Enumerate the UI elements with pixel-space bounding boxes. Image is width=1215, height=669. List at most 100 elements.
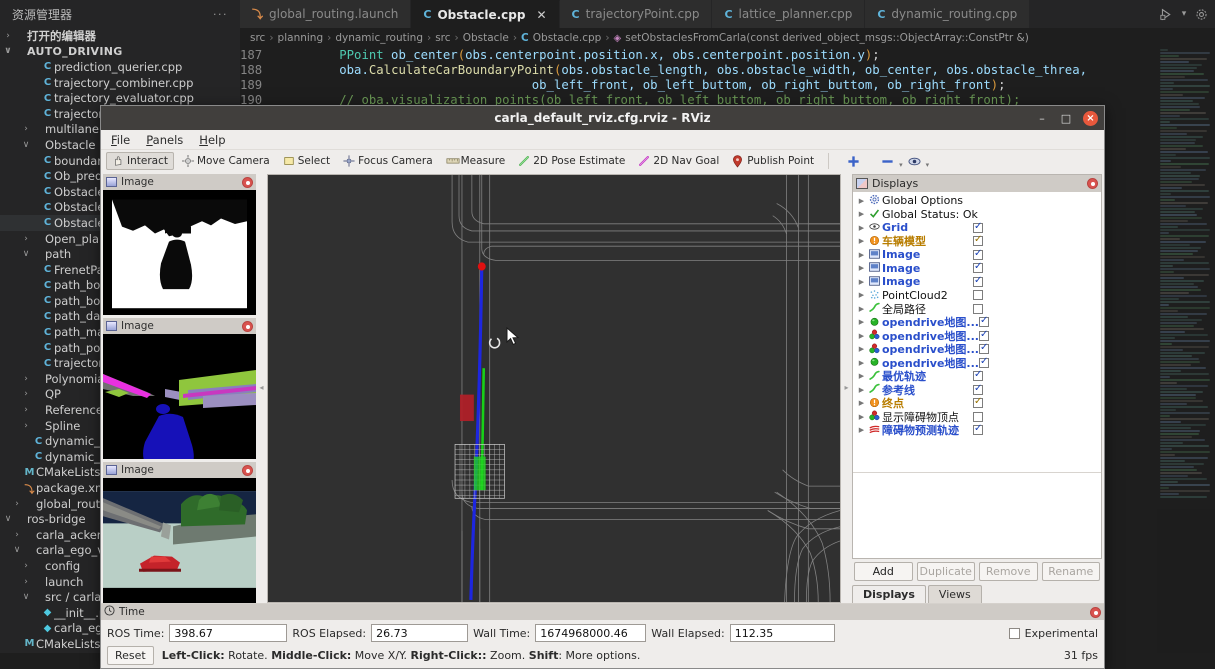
display-item-1[interactable]: ▶ Global Status: Ok: [853, 208, 1101, 222]
rviz-titlebar[interactable]: carla_default_rviz.cfg.rviz - RViz – □ ×: [101, 106, 1104, 130]
expand-arrow-icon[interactable]: ▶: [856, 332, 867, 340]
file-tree-item[interactable]: ∨ AUTO_DRIVING: [0, 44, 240, 60]
breadcrumb-item[interactable]: Obstacle: [463, 32, 509, 44]
display-item-checkbox[interactable]: [978, 342, 989, 355]
toolbar-measure-button[interactable]: Measure: [441, 153, 511, 169]
time-field-input-0[interactable]: 398.67: [169, 624, 288, 642]
display-item-checkbox[interactable]: [973, 411, 983, 422]
code-text[interactable]: ob_left_front, ob_left_buttom, ob_right_…: [280, 78, 1006, 93]
reset-button[interactable]: Reset: [107, 645, 154, 665]
expand-arrow-icon[interactable]: ▶: [856, 237, 867, 245]
minus-icon[interactable]: [881, 155, 894, 168]
gear-icon[interactable]: [1195, 8, 1208, 21]
editor-tab-3[interactable]: Clattice_planner.cpp: [712, 0, 866, 28]
editor-tab-close-icon[interactable]: ✕: [536, 8, 546, 22]
breadcrumb-item[interactable]: planning: [278, 32, 324, 44]
display-item-checkbox[interactable]: [973, 261, 983, 274]
display-item-checkbox[interactable]: [973, 248, 983, 260]
expand-arrow-icon[interactable]: ▶: [856, 224, 867, 232]
display-item-checkbox[interactable]: [973, 303, 983, 314]
expand-arrow-icon[interactable]: ▶: [856, 413, 867, 421]
expand-arrow-icon[interactable]: ▶: [856, 345, 867, 353]
toolbar-focus-camera-button[interactable]: Focus Camera: [338, 153, 438, 169]
expand-arrow-icon[interactable]: ▶: [856, 426, 867, 434]
expand-arrow-icon[interactable]: ▶: [856, 305, 867, 313]
display-item-checkbox[interactable]: [973, 234, 983, 247]
displays-close-icon[interactable]: [1087, 178, 1098, 189]
time-field-input-1[interactable]: 26.73: [371, 624, 469, 642]
display-item-checkbox[interactable]: [978, 329, 989, 341]
display-item-checkbox[interactable]: [973, 369, 983, 382]
time-field-input-3[interactable]: 112.35: [729, 624, 835, 642]
expand-arrow-icon[interactable]: ▶: [856, 210, 867, 218]
breadcrumb-item[interactable]: src: [435, 32, 450, 44]
expand-arrow-icon[interactable]: ▶: [856, 386, 867, 394]
editor-tab-1[interactable]: C Obstacle.cpp ✕: [411, 0, 560, 28]
time-panel-close-icon[interactable]: [1090, 606, 1101, 618]
render-view-3d[interactable]: [267, 174, 841, 603]
experimental-toggle[interactable]: Experimental: [1008, 627, 1098, 640]
toolbar-publish-point-button[interactable]: Publish Point: [727, 153, 819, 169]
file-tree-item[interactable]: Ctrajectory_evaluator.cpp: [0, 90, 240, 106]
chevron-down-icon[interactable]: ▾: [1182, 9, 1187, 19]
display-item-checkbox[interactable]: [973, 423, 983, 436]
breadcrumb-item[interactable]: setObstaclesFromCarla(const derived_obje…: [625, 32, 1029, 44]
toolbar-interact-button[interactable]: Interact: [106, 152, 174, 170]
expand-arrow-icon[interactable]: ▶: [856, 372, 867, 380]
display-item-4[interactable]: ▶ Image: [853, 248, 1101, 262]
close-button[interactable]: ×: [1083, 110, 1098, 126]
menu-help[interactable]: Help: [199, 133, 225, 147]
display-item-checkbox[interactable]: [973, 396, 983, 409]
display-item-checkbox[interactable]: [978, 315, 989, 328]
run-and-debug-icon[interactable]: [1160, 8, 1173, 21]
chevron-down-icon[interactable]: ▾: [899, 161, 903, 169]
display-item-6[interactable]: ▶ Image: [853, 275, 1101, 289]
breadcrumb[interactable]: src › planning › dynamic_routing › src › Obstacl…: [240, 28, 1215, 48]
toolbar-select-button[interactable]: Select: [278, 153, 335, 169]
breadcrumb-item[interactable]: src: [250, 32, 265, 44]
plus-icon[interactable]: [847, 155, 860, 168]
time-field-input-2[interactable]: 1674968000.46: [535, 624, 647, 642]
panel-tab-views[interactable]: Views: [927, 585, 982, 603]
chevron-down-icon[interactable]: ▾: [926, 161, 930, 169]
menu-file[interactable]: File: [111, 133, 130, 147]
expand-arrow-icon[interactable]: ▶: [856, 291, 867, 299]
display-item-3[interactable]: ▶ 车辆模型: [853, 234, 1101, 248]
add-button[interactable]: Add: [854, 561, 913, 581]
expand-arrow-icon[interactable]: ▶: [856, 318, 867, 326]
minimize-button[interactable]: –: [1035, 112, 1049, 125]
image-panel-3-view[interactable]: [103, 478, 256, 603]
toolbar-move-camera-button[interactable]: Move Camera: [177, 153, 275, 169]
editor-tab-4[interactable]: Cdynamic_routing.cpp: [865, 0, 1031, 28]
display-item-5[interactable]: ▶ Image: [853, 261, 1101, 276]
image-panel-2-view[interactable]: [103, 334, 256, 459]
expand-arrow-icon[interactable]: ▶: [856, 264, 867, 272]
file-tree-item[interactable]: Cprediction_querier.cpp: [0, 59, 240, 75]
display-item-checkbox[interactable]: [973, 383, 983, 395]
expand-arrow-icon[interactable]: ▶: [856, 197, 867, 205]
file-tree-item[interactable]: Ctrajectory_combiner.cpp: [0, 75, 240, 91]
panel-splitter-right[interactable]: ▸: [843, 172, 850, 603]
experimental-checkbox[interactable]: [1008, 627, 1020, 639]
panel-splitter-left[interactable]: ◂: [258, 172, 265, 603]
code-text[interactable]: oba.CalculateCarBoundaryPoint(obs.obstac…: [280, 63, 1087, 78]
maximize-button[interactable]: □: [1059, 112, 1073, 125]
expand-arrow-icon[interactable]: ▶: [856, 251, 867, 259]
image-panel-3-close-icon[interactable]: [242, 464, 253, 476]
display-item-17[interactable]: ▶ 障碍物预测轨迹: [853, 423, 1101, 437]
display-item-checkbox[interactable]: [973, 221, 983, 233]
image-panel-1-close-icon[interactable]: [242, 176, 253, 188]
displays-tree[interactable]: ▶Global Options▶Global Status: Ok▶Grid▶车…: [853, 192, 1101, 472]
expand-arrow-icon[interactable]: ▶: [856, 399, 867, 407]
display-item-checkbox[interactable]: [973, 275, 983, 287]
display-item-checkbox[interactable]: [973, 290, 983, 301]
display-item-checkbox[interactable]: [978, 356, 989, 368]
panel-tab-displays[interactable]: Displays: [852, 585, 926, 603]
toolbar-2d-pose-estimate-button[interactable]: 2D Pose Estimate: [513, 153, 630, 169]
display-item-0[interactable]: ▶ Global Options: [853, 194, 1101, 208]
eye-icon[interactable]: [908, 155, 921, 168]
toolbar-2d-nav-goal-button[interactable]: 2D Nav Goal: [633, 153, 724, 169]
expand-arrow-icon[interactable]: ▶: [856, 278, 867, 286]
breadcrumb-item[interactable]: dynamic_routing: [335, 32, 423, 44]
file-tree-item[interactable]: › 打开的编辑器: [0, 28, 240, 44]
